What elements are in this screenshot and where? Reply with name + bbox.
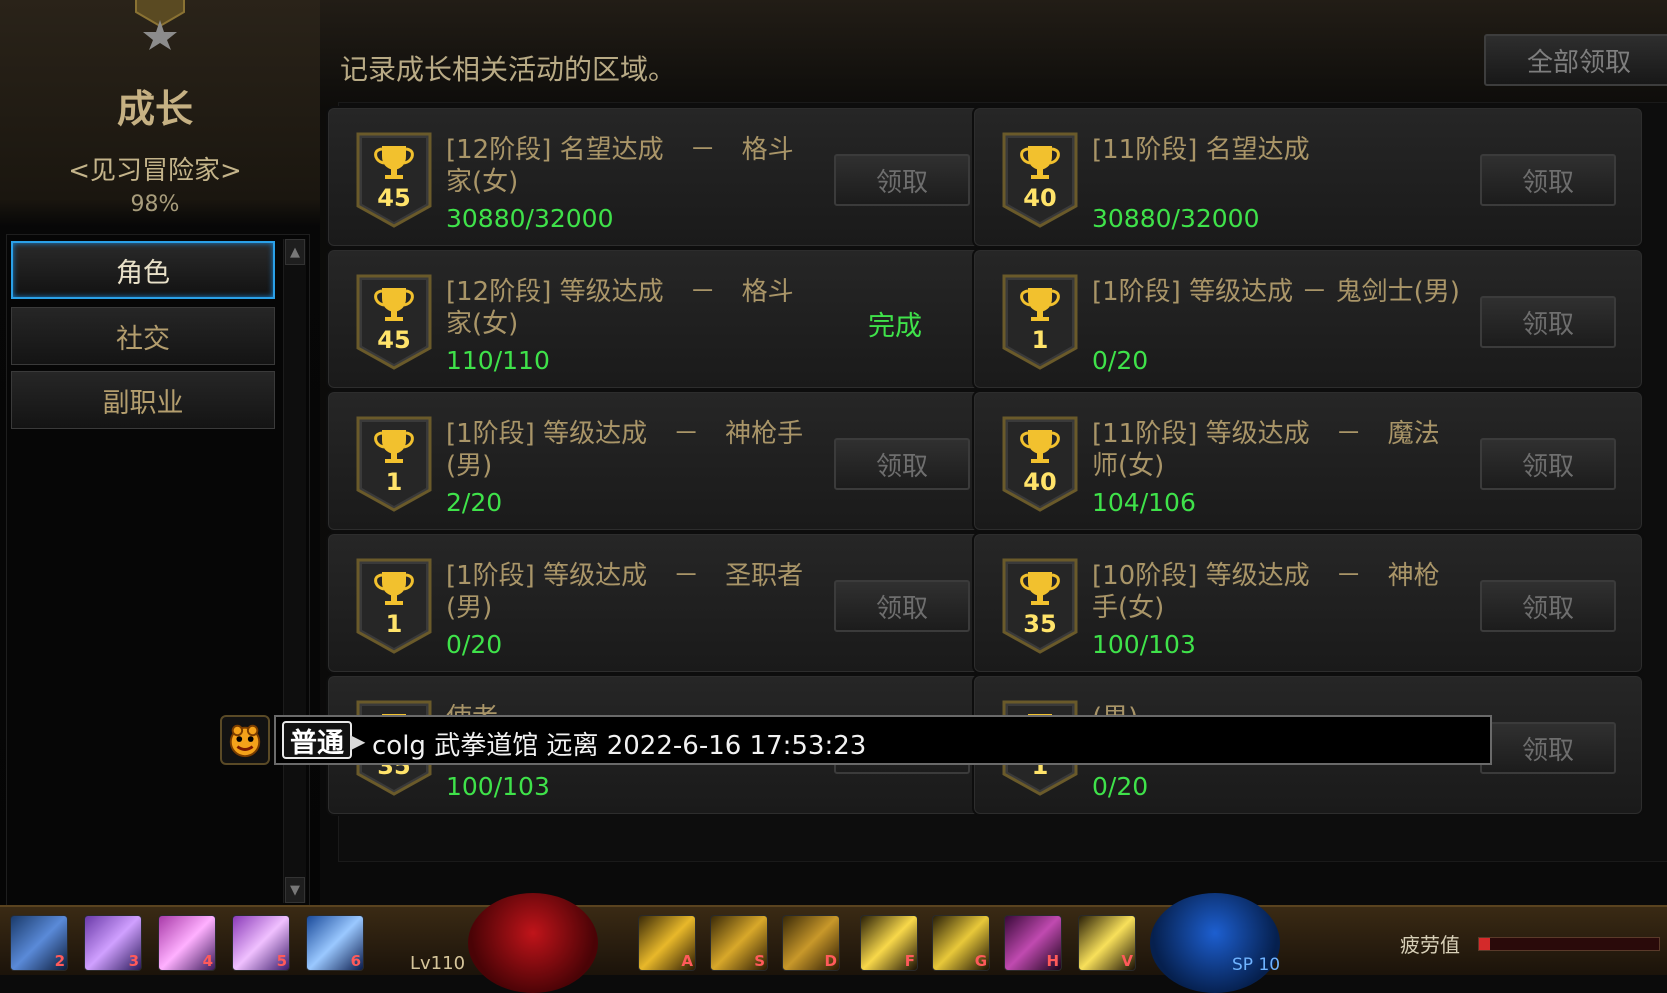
quest-complete-label: 完成 (868, 311, 922, 342)
quick-slot[interactable]: 5 (232, 915, 290, 971)
chat-input-text[interactable]: colg 武拳道馆 远离 2022-6-16 17:53:23 (372, 725, 866, 762)
quick-slot[interactable]: 3 (84, 915, 142, 971)
quest-points: 35 (1023, 610, 1057, 638)
quest-card: 40 [11阶段] 等级达成 － 魔法师(女) 104/106 领取 (972, 390, 1644, 532)
fatigue-bar (1478, 937, 1660, 951)
category-percent: 98% (130, 192, 180, 217)
quest-title: [11阶段] 等级达成 － 魔法师(女) (1092, 419, 1440, 481)
trophy-badge-icon: 40 (1002, 132, 1078, 228)
quick-slot[interactable]: 4 (158, 915, 216, 971)
quest-title: [12阶段] 名望达成 － 格斗家(女) (446, 135, 794, 197)
skill-slot[interactable]: S (710, 915, 768, 971)
category-title: 成长 (116, 86, 193, 131)
skill-slot[interactable]: V (1078, 915, 1136, 971)
claim-button[interactable]: 领取 (1480, 722, 1616, 774)
chevron-right-icon: ▶ (350, 729, 366, 753)
trophy-badge-icon: 45 (356, 274, 432, 370)
skill-slot[interactable]: F (860, 915, 918, 971)
quest-card: 35 [10阶段] 等级达成 － 神枪手(女) 100/103 领取 (972, 532, 1644, 674)
trophy-badge-icon: 45 (356, 132, 432, 228)
chat-input-bar[interactable]: 普通 ▶ colg 武拳道馆 远离 2022-6-16 17:53:23 (274, 715, 1492, 765)
claim-button[interactable]: 领取 (834, 438, 970, 490)
fatigue-label: 疲劳值 (1400, 933, 1460, 957)
quest-progress: 100/103 (446, 772, 550, 801)
quest-card: 1 [1阶段] 等级达成 － 神枪手(男) 2/20 领取 (326, 390, 998, 532)
claim-all-button[interactable]: 全部领取 (1484, 34, 1667, 86)
quest-progress: 30880/32000 (446, 204, 614, 233)
quest-progress: 110/110 (446, 346, 550, 375)
claim-button[interactable]: 领取 (1480, 580, 1616, 632)
skill-slot[interactable]: H (1004, 915, 1062, 971)
quick-slot[interactable]: 6 (306, 915, 364, 971)
quest-title: [12阶段] 等级达成 － 格斗家(女) (446, 277, 794, 339)
scroll-down-icon[interactable]: ▼ (285, 877, 305, 903)
skill-slot[interactable]: A (638, 915, 696, 971)
trophy-badge-icon: 40 (1002, 416, 1078, 512)
scroll-up-icon[interactable]: ▲ (285, 239, 305, 265)
quest-progress: 0/20 (446, 630, 503, 659)
quest-progress: 0/20 (1092, 772, 1149, 801)
quest-points: 1 (1031, 326, 1049, 354)
tab-list: 角色 社交 副职业 ▲ ▼ (6, 234, 310, 908)
area-description: 记录成长相关活动的区域。 (340, 53, 677, 86)
quest-title: [11阶段] 名望达成 (1092, 135, 1310, 165)
tab-social[interactable]: 社交 (11, 307, 275, 365)
category-rank: <见习冒险家> (68, 156, 242, 186)
trophy-badge-icon: 35 (1002, 558, 1078, 654)
chat-channel-button[interactable]: 普通 (282, 721, 352, 759)
tab-scrollbar[interactable]: ▲ ▼ (283, 239, 306, 903)
tab-character[interactable]: 角色 (11, 241, 275, 299)
quest-title: [1阶段] 等级达成 － 圣职者(男) (446, 561, 804, 623)
skill-slot[interactable]: G (932, 915, 990, 971)
quest-title: [1阶段] 等级达成 － 神枪手(男) (446, 419, 804, 481)
star-emblem-icon (132, 0, 188, 50)
quest-points: 45 (377, 326, 411, 354)
claim-button[interactable]: 领取 (1480, 296, 1616, 348)
bottom-hud: 2 3 4 5 6 Lv110 A S D F G H V SP 10 疲劳值 (0, 893, 1667, 993)
sp-label: SP 10 (1232, 955, 1281, 975)
claim-button[interactable]: 领取 (834, 580, 970, 632)
quest-title: [10阶段] 等级达成 － 神枪手(女) (1092, 561, 1440, 623)
hp-orb (468, 893, 598, 993)
quest-area: 记录成长相关活动的区域。 全部领取 45 [12阶段] 名望达成 － 格斗家(女)… (320, 0, 1667, 905)
quest-points: 40 (1023, 184, 1057, 212)
quest-card: 40 [11阶段] 名望达成 30880/32000 领取 (972, 106, 1644, 248)
skill-slot[interactable]: D (782, 915, 840, 971)
quest-progress: 2/20 (446, 488, 503, 517)
trophy-badge-icon: 1 (356, 558, 432, 654)
quest-points: 1 (385, 610, 403, 638)
quest-points: 1 (385, 468, 403, 496)
trophy-badge-icon: 1 (1002, 274, 1078, 370)
quest-progress: 0/20 (1092, 346, 1149, 375)
quest-card: 1 [1阶段] 等级达成 － 鬼剑士(男) 0/20 领取 (972, 248, 1644, 390)
chat-emoticon-icon[interactable] (220, 715, 270, 765)
quest-card: 45 [12阶段] 名望达成 － 格斗家(女) 30880/32000 领取 (326, 106, 998, 248)
quest-progress: 100/103 (1092, 630, 1196, 659)
quest-progress: 104/106 (1092, 488, 1196, 517)
mp-orb (1150, 893, 1280, 993)
claim-button[interactable]: 领取 (834, 154, 970, 206)
claim-button[interactable]: 领取 (1480, 438, 1616, 490)
quest-card: 1 [1阶段] 等级达成 － 圣职者(男) 0/20 领取 (326, 532, 998, 674)
category-panel: 成长 <见习冒险家> 98% 角色 社交 副职业 ▲ ▼ (0, 0, 320, 908)
quest-progress: 30880/32000 (1092, 204, 1260, 233)
quest-points: 40 (1023, 468, 1057, 496)
quick-slot[interactable]: 2 (10, 915, 68, 971)
level-label: Lv110 (410, 953, 466, 974)
claim-button[interactable]: 领取 (1480, 154, 1616, 206)
quest-card: 45 [12阶段] 等级达成 － 格斗家(女) 110/110 完成 (326, 248, 998, 390)
trophy-badge-icon: 1 (356, 416, 432, 512)
quest-points: 45 (377, 184, 411, 212)
fatigue-bar-fill (1479, 938, 1490, 950)
quest-title: [1阶段] 等级达成 － 鬼剑士(男) (1092, 277, 1460, 307)
tab-sub-profession[interactable]: 副职业 (11, 371, 275, 429)
